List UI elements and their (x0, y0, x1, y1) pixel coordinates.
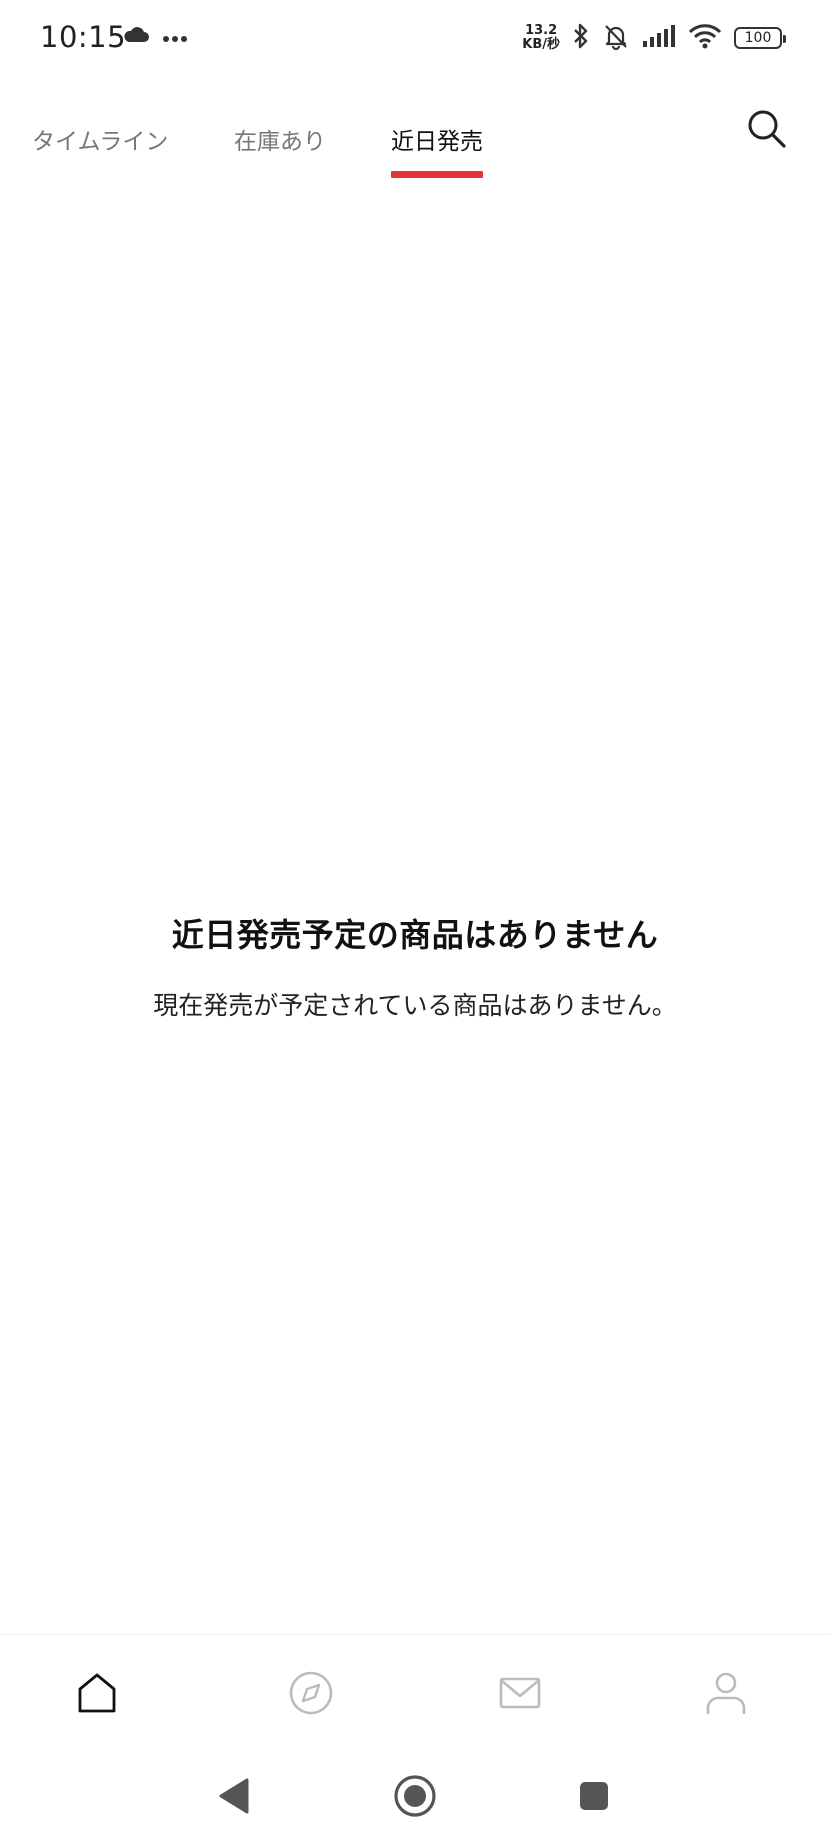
network-speed: 13.2 KB/秒 (522, 24, 560, 52)
system-back-button[interactable] (206, 1770, 262, 1826)
top-tab-bar: タイムライン 在庫あり 近日発売 (0, 104, 830, 184)
bell-muted-icon (602, 22, 630, 54)
home-circle-icon (393, 1774, 437, 1822)
status-bar: 10:15 13.2 KB/秒 100 (0, 0, 830, 80)
status-system-icons: 13.2 KB/秒 100 (522, 22, 786, 54)
status-time: 10:15 (40, 20, 127, 54)
bottom-navigation (0, 1634, 830, 1752)
nav-profile[interactable] (696, 1665, 756, 1725)
empty-state-description: 現在発売が予定されている商品はありません。 (153, 991, 677, 1020)
cloud-icon (122, 26, 150, 48)
network-speed-unit: KB/秒 (522, 37, 560, 52)
app-screen: 10:15 13.2 KB/秒 100 タイムライン 在庫あり 近日発売 近日発… (0, 0, 830, 1844)
compass-icon (288, 1670, 334, 1720)
empty-state-title: 近日発売予定の商品はありません (171, 916, 659, 954)
nav-messages[interactable] (490, 1665, 550, 1725)
battery-indicator: 100 (734, 27, 786, 49)
system-home-button[interactable] (387, 1770, 443, 1826)
nav-home[interactable] (67, 1665, 127, 1725)
recents-square-icon (577, 1779, 611, 1817)
mail-icon (498, 1675, 542, 1715)
wifi-icon (688, 23, 722, 53)
tab-coming-soon[interactable]: 近日発売 (391, 122, 483, 156)
system-recents-button[interactable] (566, 1770, 622, 1826)
empty-state: 近日発売予定の商品はありません 現在発売が予定されている商品はありません。 (0, 910, 830, 1022)
more-dots-icon (162, 28, 188, 47)
tab-in-stock[interactable]: 在庫あり (234, 122, 326, 156)
system-navigation-bar (0, 1752, 830, 1844)
status-notification-icons (122, 26, 188, 48)
nav-discover[interactable] (281, 1665, 341, 1725)
cellular-signal-icon (642, 24, 676, 52)
user-icon (704, 1670, 748, 1720)
network-speed-value: 13.2 (525, 23, 558, 38)
back-triangle-icon (217, 1777, 251, 1819)
bluetooth-icon (572, 22, 590, 54)
home-icon (75, 1671, 119, 1719)
search-button[interactable] (740, 104, 794, 158)
tab-timeline[interactable]: タイムライン (32, 122, 168, 156)
active-tab-indicator (391, 171, 483, 178)
search-icon (746, 108, 788, 154)
